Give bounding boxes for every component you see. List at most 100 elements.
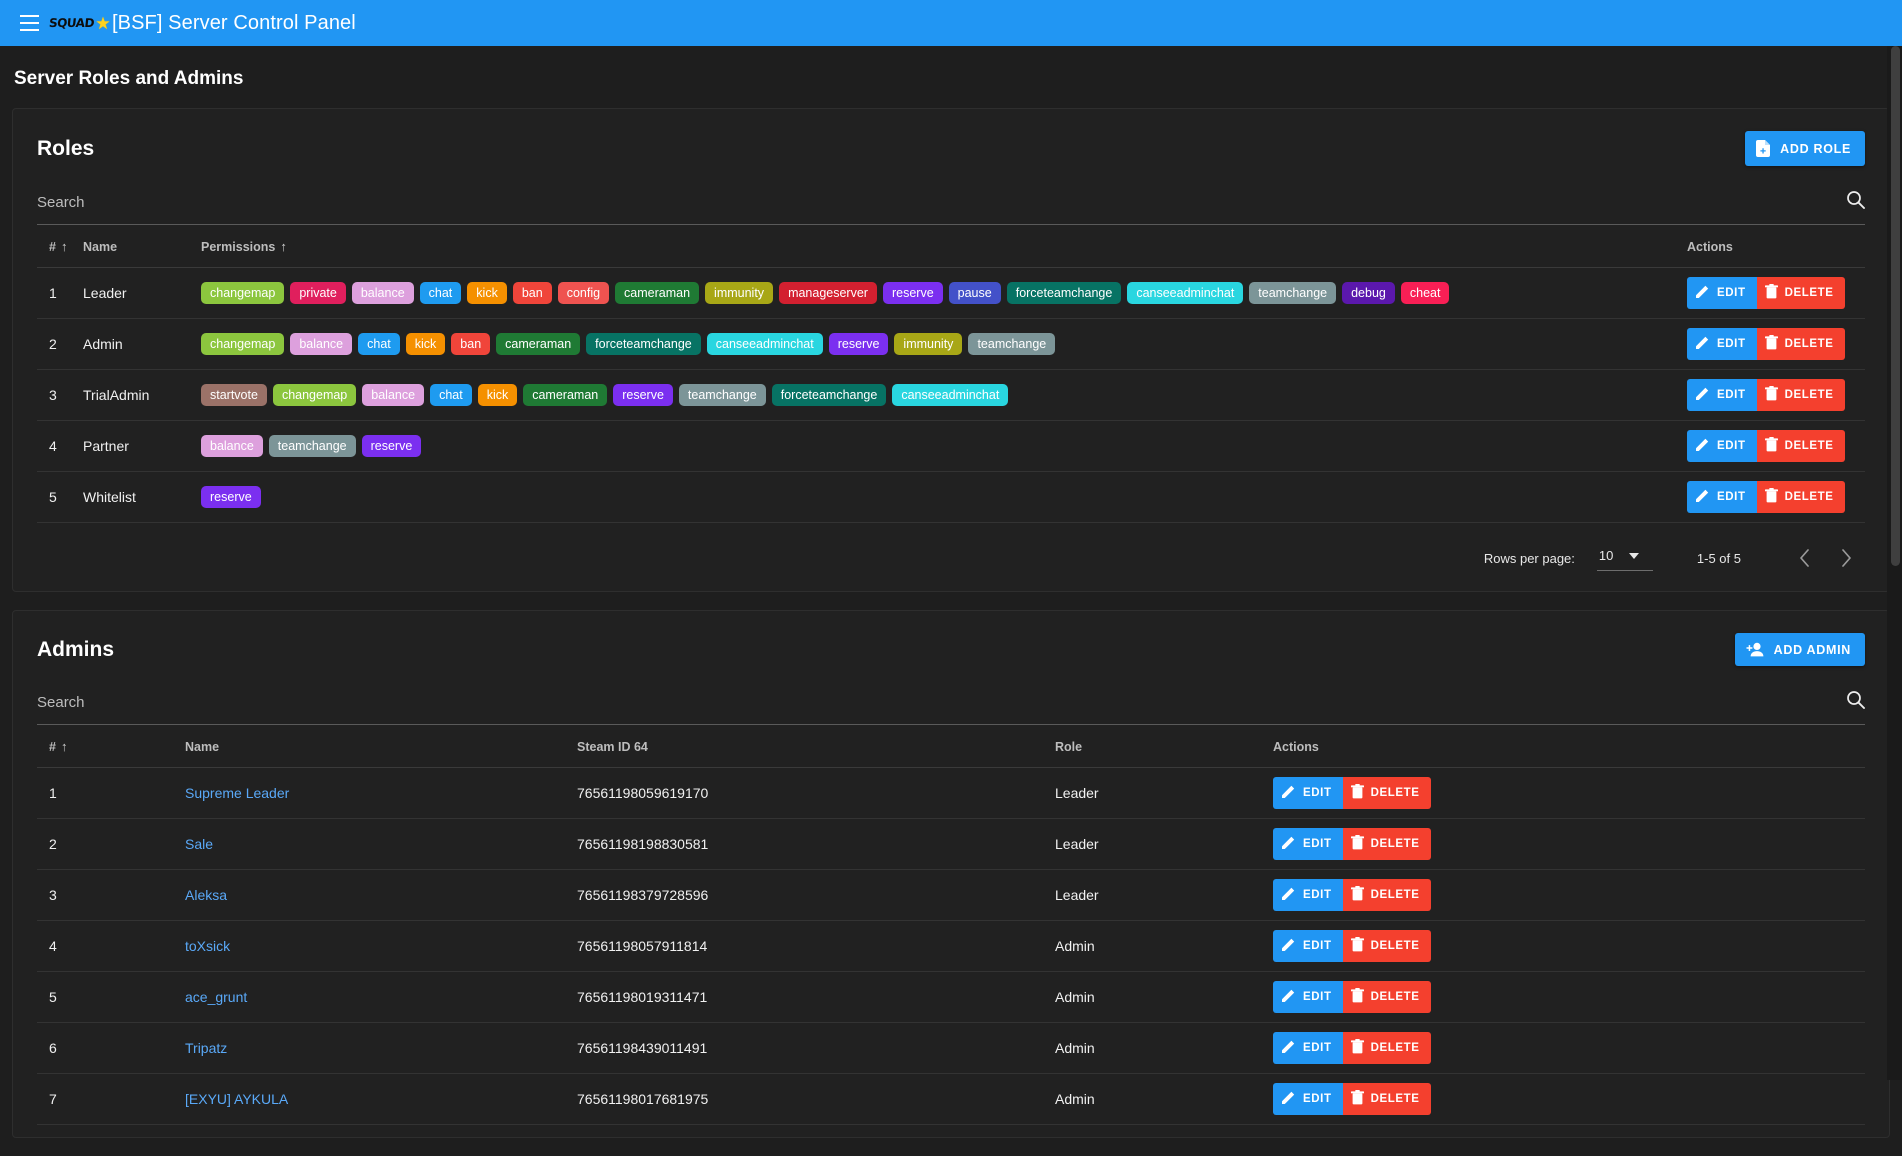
- hamburger-menu-icon[interactable]: [14, 8, 44, 38]
- roles-search-row[interactable]: Search: [37, 186, 1865, 225]
- permission-chip[interactable]: teamchange: [1249, 282, 1336, 305]
- permission-chip[interactable]: reserve: [883, 282, 943, 305]
- permission-chip[interactable]: reserve: [829, 333, 889, 356]
- admin-name-link[interactable]: Sale: [185, 836, 213, 852]
- permission-chip[interactable]: cameraman: [615, 282, 699, 305]
- edit-button[interactable]: EDIT: [1273, 1032, 1343, 1064]
- admin-steam-id: 76561198017681975: [577, 1074, 1055, 1125]
- search-icon[interactable]: [1846, 690, 1865, 714]
- permission-chip[interactable]: manageserver: [779, 282, 877, 305]
- roles-card-header: Roles ADD ROLE: [13, 109, 1889, 174]
- permission-chip[interactable]: forceteamchange: [586, 333, 701, 356]
- permission-chip[interactable]: pause: [949, 282, 1001, 305]
- delete-button[interactable]: DELETE: [1343, 1083, 1431, 1115]
- roles-col-name[interactable]: Name: [83, 225, 201, 268]
- permission-chip[interactable]: chat: [358, 333, 400, 356]
- delete-button[interactable]: DELETE: [1343, 1032, 1431, 1064]
- admins-col-num[interactable]: #↑: [37, 725, 185, 768]
- permission-chip[interactable]: kick: [406, 333, 446, 356]
- edit-button[interactable]: EDIT: [1273, 828, 1343, 860]
- admin-name-link[interactable]: [EXYU] AYKULA: [185, 1091, 288, 1107]
- permission-chip[interactable]: immunity: [894, 333, 962, 356]
- edit-button[interactable]: EDIT: [1687, 328, 1757, 360]
- roles-search-input[interactable]: Search: [37, 194, 85, 211]
- roles-col-permissions[interactable]: Permissions↑: [201, 225, 1687, 268]
- edit-button[interactable]: EDIT: [1687, 430, 1757, 462]
- permission-chip[interactable]: teamchange: [679, 384, 766, 407]
- permission-chip[interactable]: chat: [420, 282, 462, 305]
- edit-button[interactable]: EDIT: [1273, 930, 1343, 962]
- permission-chip[interactable]: changemap: [201, 282, 284, 305]
- roles-col-num[interactable]: #↑: [37, 225, 83, 268]
- permission-chip[interactable]: reserve: [201, 486, 261, 509]
- admin-steam-id: 76561198057911814: [577, 921, 1055, 972]
- permission-chip[interactable]: immunity: [705, 282, 773, 305]
- delete-button[interactable]: DELETE: [1757, 277, 1845, 309]
- permission-chip[interactable]: changemap: [201, 333, 284, 356]
- permission-chip[interactable]: balance: [201, 435, 263, 458]
- scrollbar-thumb[interactable]: [1891, 46, 1900, 566]
- permission-chip[interactable]: balance: [290, 333, 352, 356]
- permission-chip[interactable]: debug: [1342, 282, 1395, 305]
- permission-chip[interactable]: startvote: [201, 384, 267, 407]
- edit-button[interactable]: EDIT: [1273, 879, 1343, 911]
- admins-col-name[interactable]: Name: [185, 725, 577, 768]
- permission-chip[interactable]: reserve: [613, 384, 673, 407]
- pagination-prev-button[interactable]: [1787, 541, 1821, 575]
- admins-search-row[interactable]: Search: [37, 686, 1865, 725]
- permission-chip[interactable]: cameraman: [523, 384, 607, 407]
- page-scrollbar[interactable]: [1887, 46, 1902, 1080]
- search-icon[interactable]: [1846, 190, 1865, 214]
- permission-chip[interactable]: forceteamchange: [772, 384, 887, 407]
- edit-button[interactable]: EDIT: [1687, 277, 1757, 309]
- admins-col-steamid[interactable]: Steam ID 64: [577, 725, 1055, 768]
- admins-col-role[interactable]: Role: [1055, 725, 1273, 768]
- add-role-button[interactable]: ADD ROLE: [1745, 131, 1865, 166]
- permission-chip[interactable]: changemap: [273, 384, 356, 407]
- delete-button[interactable]: DELETE: [1343, 930, 1431, 962]
- edit-button[interactable]: EDIT: [1273, 1083, 1343, 1115]
- role-name: Admin: [83, 319, 201, 370]
- admins-search-input[interactable]: Search: [37, 694, 85, 711]
- edit-label: EDIT: [1303, 1093, 1332, 1105]
- edit-button[interactable]: EDIT: [1273, 981, 1343, 1013]
- edit-button[interactable]: EDIT: [1273, 777, 1343, 809]
- permission-chip[interactable]: forceteamchange: [1007, 282, 1122, 305]
- permission-chip[interactable]: private: [290, 282, 346, 305]
- permission-chip[interactable]: ban: [451, 333, 490, 356]
- permission-chip[interactable]: balance: [352, 282, 414, 305]
- permission-chip[interactable]: kick: [467, 282, 507, 305]
- admin-name-link[interactable]: Tripatz: [185, 1040, 227, 1056]
- admin-name-link[interactable]: ace_grunt: [185, 989, 247, 1005]
- delete-button[interactable]: DELETE: [1343, 879, 1431, 911]
- delete-button[interactable]: DELETE: [1757, 430, 1845, 462]
- delete-button[interactable]: DELETE: [1343, 981, 1431, 1013]
- permission-chip[interactable]: canseeadminchat: [1127, 282, 1243, 305]
- delete-button[interactable]: DELETE: [1757, 379, 1845, 411]
- delete-button[interactable]: DELETE: [1343, 828, 1431, 860]
- permission-chip[interactable]: canseeadminchat: [707, 333, 823, 356]
- pagination-next-button[interactable]: [1829, 541, 1863, 575]
- permission-chip[interactable]: cameraman: [496, 333, 580, 356]
- permission-chip[interactable]: ban: [513, 282, 552, 305]
- permission-chip[interactable]: teamchange: [269, 435, 356, 458]
- permission-chip[interactable]: reserve: [362, 435, 422, 458]
- delete-button[interactable]: DELETE: [1757, 328, 1845, 360]
- permission-chip[interactable]: canseeadminchat: [892, 384, 1008, 407]
- rows-per-page-select[interactable]: 10: [1597, 545, 1653, 571]
- edit-button[interactable]: EDIT: [1687, 379, 1757, 411]
- admin-name-link[interactable]: Aleksa: [185, 887, 227, 903]
- permission-chip[interactable]: kick: [478, 384, 518, 407]
- pencil-icon: [1281, 937, 1296, 955]
- permission-chip[interactable]: teamchange: [968, 333, 1055, 356]
- edit-button[interactable]: EDIT: [1687, 481, 1757, 513]
- permission-chip[interactable]: balance: [362, 384, 424, 407]
- permission-chip[interactable]: chat: [430, 384, 472, 407]
- admin-name-link[interactable]: Supreme Leader: [185, 785, 289, 801]
- permission-chip[interactable]: config: [558, 282, 609, 305]
- delete-button[interactable]: DELETE: [1757, 481, 1845, 513]
- admin-name-link[interactable]: toXsick: [185, 938, 230, 954]
- add-admin-button[interactable]: ADD ADMIN: [1735, 633, 1865, 666]
- permission-chip[interactable]: cheat: [1401, 282, 1450, 305]
- delete-button[interactable]: DELETE: [1343, 777, 1431, 809]
